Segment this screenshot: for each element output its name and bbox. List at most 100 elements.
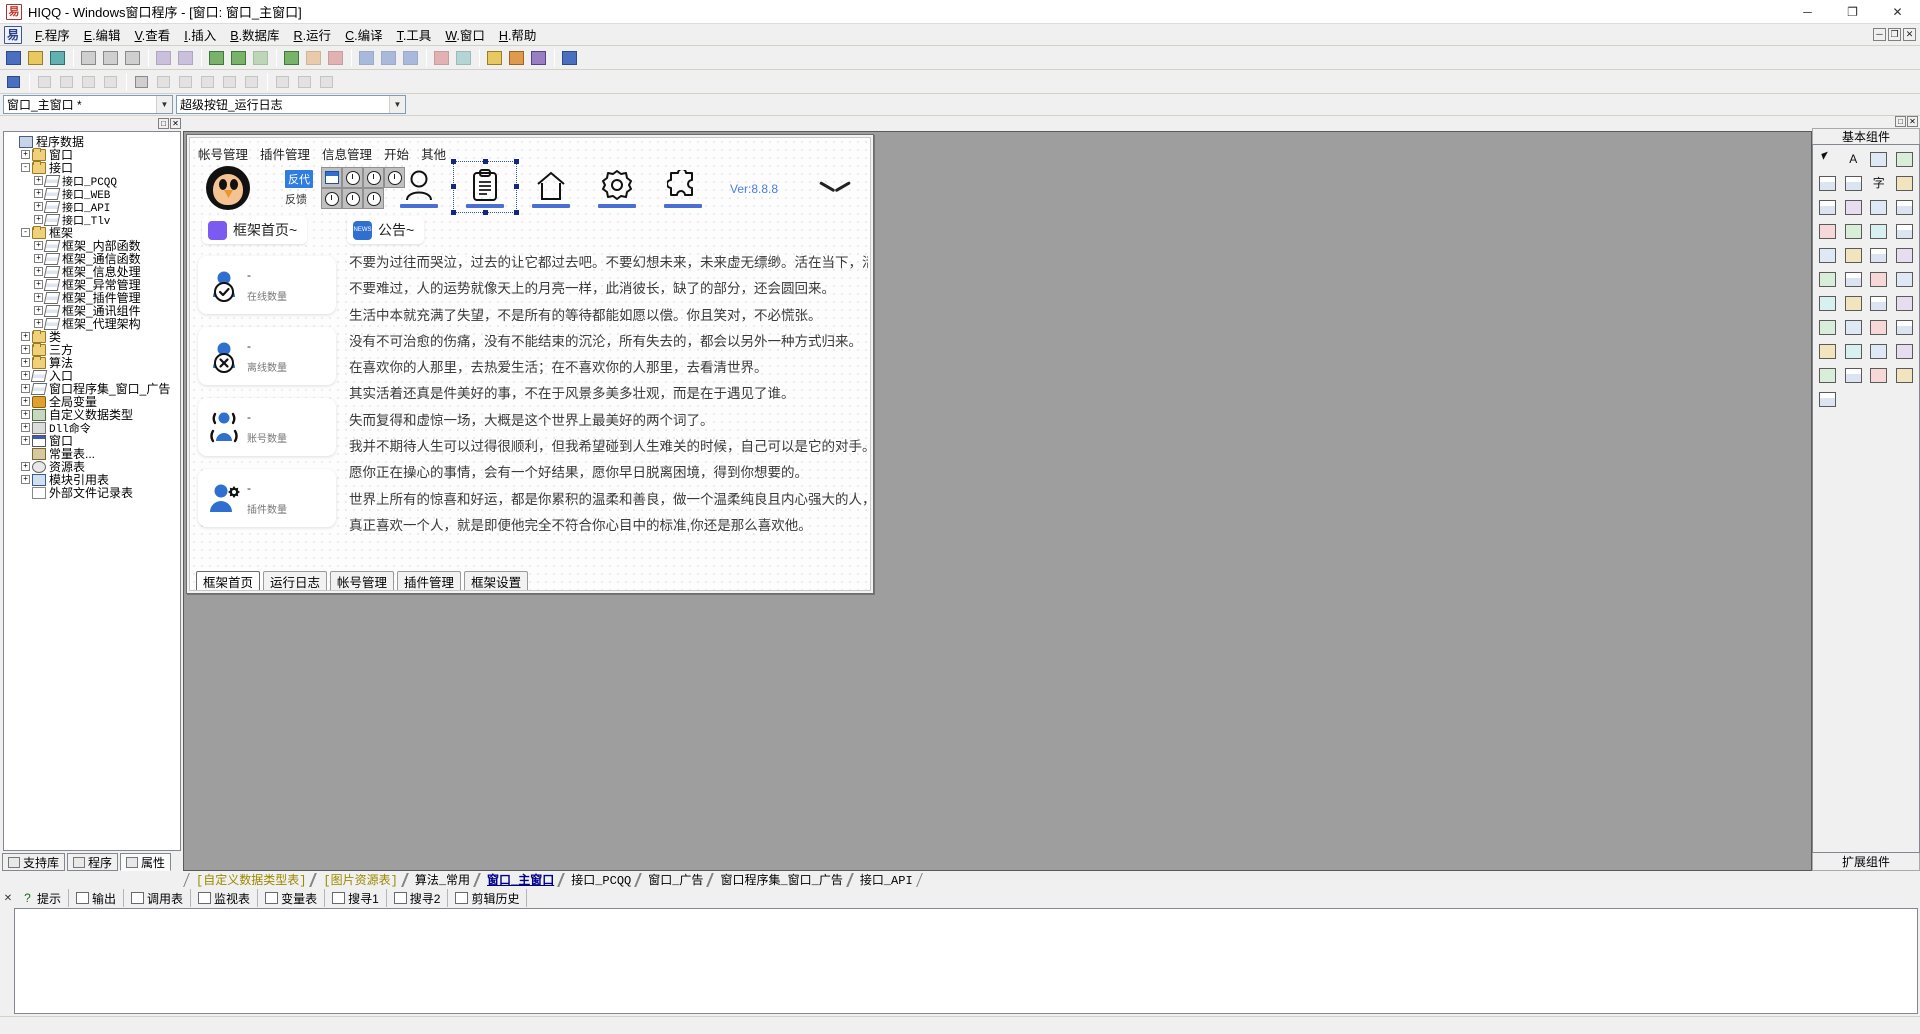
align-right-button[interactable] — [56, 72, 77, 92]
tree-tool[interactable] — [1841, 219, 1867, 243]
button-tool[interactable] — [1841, 267, 1867, 291]
compile-button[interactable] — [484, 48, 505, 68]
expand-icon[interactable]: + — [21, 436, 30, 445]
chevron-down-icon[interactable]: ▼ — [389, 96, 405, 113]
tree-node[interactable]: + 自定义数据类型 — [6, 408, 178, 422]
form-menu-item[interactable]: 信息管理 — [322, 144, 372, 163]
form-menu-item[interactable]: 开始 — [384, 144, 409, 163]
resize-handle-s[interactable] — [483, 210, 488, 215]
toolbox-close-button[interactable]: ✕ — [1907, 116, 1918, 127]
extra-tool-2[interactable] — [1841, 339, 1867, 363]
pointer-tool[interactable] — [1815, 147, 1841, 171]
designed-form[interactable]: 帐号管理 插件管理 信息管理 开始 其他 反代 反馈 Ver:8.8.8 框架首… — [186, 134, 874, 594]
stat-card-accounts[interactable]: - 账号数量 — [198, 398, 336, 456]
mdi-restore-button[interactable]: ❐ — [1888, 28, 1901, 41]
menu-item-7[interactable]: T.工具 — [390, 23, 439, 46]
output-tab-剪辑历史[interactable]: 剪辑历史 — [448, 889, 528, 907]
stop-button[interactable] — [325, 48, 346, 68]
tree-node[interactable]: + 接口_Tlv — [6, 213, 178, 228]
space-vertical-button[interactable] — [219, 72, 240, 92]
toolbox-footer[interactable]: 扩展组件 — [1812, 853, 1920, 871]
shape-tool[interactable] — [1892, 147, 1918, 171]
output-text-area[interactable] — [14, 908, 1918, 1014]
bring-front-button[interactable] — [272, 72, 293, 92]
panel-tab-程序[interactable]: 程序 — [67, 853, 119, 871]
pause-button[interactable] — [303, 48, 324, 68]
tree-node[interactable]: 程序数据 — [6, 135, 178, 149]
output-tab-调用表[interactable]: 调用表 — [124, 889, 192, 907]
mdi-minimize-button[interactable]: ─ — [1873, 28, 1886, 41]
collapse-icon[interactable]: - — [21, 228, 30, 237]
expand-icon[interactable]: + — [34, 267, 43, 276]
nav-user-button[interactable] — [396, 166, 442, 208]
resize-handle-se[interactable] — [514, 210, 519, 215]
resize-handle-sw[interactable] — [451, 210, 456, 215]
form-chip-news[interactable]: 公告~ — [347, 216, 425, 244]
expand-icon[interactable]: + — [34, 189, 43, 198]
form-tab-框架首页[interactable]: 框架首页 — [196, 571, 261, 590]
expand-icon[interactable]: + — [21, 358, 30, 367]
slider-tool[interactable] — [1892, 219, 1918, 243]
close-button[interactable]: ✕ — [1875, 0, 1920, 24]
expand-icon[interactable]: + — [34, 202, 43, 211]
expand-icon[interactable]: + — [34, 254, 43, 263]
send-back-button[interactable] — [294, 72, 315, 92]
form-menu-item[interactable]: 帐号管理 — [198, 144, 248, 163]
center-horizontal-button[interactable] — [241, 72, 262, 92]
chevron-down-icon[interactable]: ▼ — [156, 96, 172, 113]
resize-handle-nw[interactable] — [451, 159, 456, 164]
output-tab-变量表[interactable]: 变量表 — [258, 889, 326, 907]
picture-tool[interactable] — [1866, 147, 1892, 171]
edit-tool[interactable] — [1815, 171, 1841, 195]
save-button[interactable] — [47, 48, 68, 68]
document-tab[interactable]: [图片资源表] — [313, 872, 404, 888]
toolbox-grid[interactable]: A字 — [1812, 144, 1920, 853]
label-tool[interactable]: A — [1841, 147, 1867, 171]
text-tool[interactable]: 字 — [1866, 171, 1892, 195]
progress-tool[interactable] — [1866, 219, 1892, 243]
toolbox-restore-button[interactable]: □ — [1895, 116, 1906, 127]
collapse-icon[interactable]: - — [21, 163, 30, 172]
clock-mini-icon-1[interactable] — [342, 167, 363, 188]
reverse-proxy-badge[interactable]: 反代 — [285, 170, 313, 188]
event-selector[interactable]: 超级按钮_运行日志 ▼ — [176, 95, 406, 114]
replace-button[interactable] — [228, 48, 249, 68]
menu-item-1[interactable]: E.编辑 — [77, 23, 128, 46]
radio-tool[interactable] — [1841, 195, 1867, 219]
output-close-button[interactable]: ✕ — [2, 893, 14, 904]
chevron-down-icon[interactable] — [820, 178, 850, 196]
menu-item-8[interactable]: W.窗口 — [438, 23, 492, 46]
expand-icon[interactable]: + — [21, 345, 30, 354]
expand-icon[interactable]: + — [34, 215, 43, 224]
tree-node[interactable]: + 三方 — [6, 342, 178, 357]
output-tab-输出[interactable]: 输出 — [69, 889, 125, 907]
form-chip-home[interactable]: 框架首页~ — [202, 216, 308, 244]
minimize-button[interactable]: ─ — [1785, 0, 1830, 24]
same-height-button[interactable] — [153, 72, 174, 92]
menu-item-3[interactable]: I.插入 — [177, 23, 223, 46]
expand-icon[interactable]: + — [21, 410, 30, 419]
object-selector[interactable]: 窗口_主窗口 * ▼ — [3, 95, 173, 114]
panel-tab-属性[interactable]: 属性 — [120, 853, 172, 871]
nav-plugins-button[interactable] — [660, 166, 706, 208]
image-tool[interactable] — [1815, 267, 1841, 291]
announcement-text-panel[interactable]: 不要为过往而哭泣，过去的让它都过去吧。不要幻想未来，未来虚无缥缈。活在当下，活得… — [345, 250, 868, 544]
clock-mini-icon-5[interactable] — [342, 188, 363, 209]
new-button[interactable] — [3, 48, 24, 68]
tree-node[interactable]: + 算法 — [6, 355, 178, 370]
expand-icon[interactable]: + — [34, 306, 43, 315]
open-button[interactable] — [25, 48, 46, 68]
chart-tool[interactable] — [1866, 315, 1892, 339]
document-tab[interactable]: 接口_PCQQ — [561, 872, 638, 888]
output-tab-监视表[interactable]: 监视表 — [191, 889, 259, 907]
expand-icon[interactable]: + — [21, 332, 30, 341]
menu-item-6[interactable]: C.编译 — [338, 23, 390, 46]
watch-button[interactable] — [453, 48, 474, 68]
extra-tool-1[interactable] — [1815, 339, 1841, 363]
resize-handle-n[interactable] — [483, 159, 488, 164]
expand-icon[interactable]: + — [21, 397, 30, 406]
listview-tool[interactable] — [1892, 195, 1918, 219]
db-tool[interactable] — [1841, 315, 1867, 339]
resize-handle-w[interactable] — [451, 184, 456, 189]
expand-icon[interactable]: + — [21, 384, 30, 393]
